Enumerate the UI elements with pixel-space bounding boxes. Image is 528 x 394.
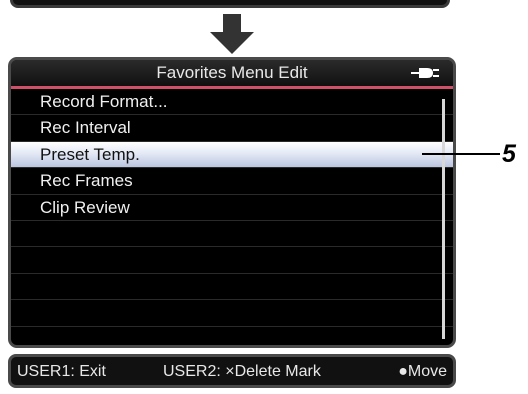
list-item[interactable]: Clip Review [11, 195, 453, 221]
callout-line [422, 153, 500, 155]
list-item-label: Record Format... [40, 92, 168, 111]
favorites-list: Record Format... Rec Interval Preset Tem… [11, 89, 453, 345]
list-item-empty [11, 221, 453, 248]
list-item-label: Rec Interval [40, 118, 131, 138]
list-item-label: Rec Frames [40, 171, 133, 191]
list-item-empty [11, 274, 453, 301]
exit-hint: USER1: Exit [17, 363, 106, 380]
callout-number: 5 [502, 140, 516, 168]
down-arrow-icon [210, 14, 254, 54]
list-item-label: Clip Review [40, 197, 130, 217]
menu-title: Favorites Menu Edit [156, 63, 308, 82]
list-item-empty [11, 247, 453, 274]
delete-mark-hint: USER2: ×Delete Mark [163, 363, 321, 380]
previous-screen-panel [10, 0, 450, 8]
menu-screen: Favorites Menu Edit Record Format... Rec… [8, 57, 456, 348]
scrollbar[interactable] [442, 99, 445, 339]
list-item-empty [11, 300, 453, 327]
list-item-empty [11, 327, 453, 345]
title-bar: Favorites Menu Edit [11, 60, 453, 89]
list-item[interactable]: Rec Interval [11, 115, 453, 142]
list-item-selected[interactable]: Preset Temp. [11, 141, 453, 169]
list-item[interactable]: Record Format... [11, 89, 453, 116]
list-item[interactable]: Rec Frames [11, 168, 453, 195]
move-hint: ●Move [398, 363, 447, 380]
footer-bar: USER1: Exit USER2: ×Delete Mark ●Move [8, 354, 456, 388]
battery-power-icon [411, 68, 439, 78]
list-item-label: Preset Temp. [40, 144, 140, 164]
